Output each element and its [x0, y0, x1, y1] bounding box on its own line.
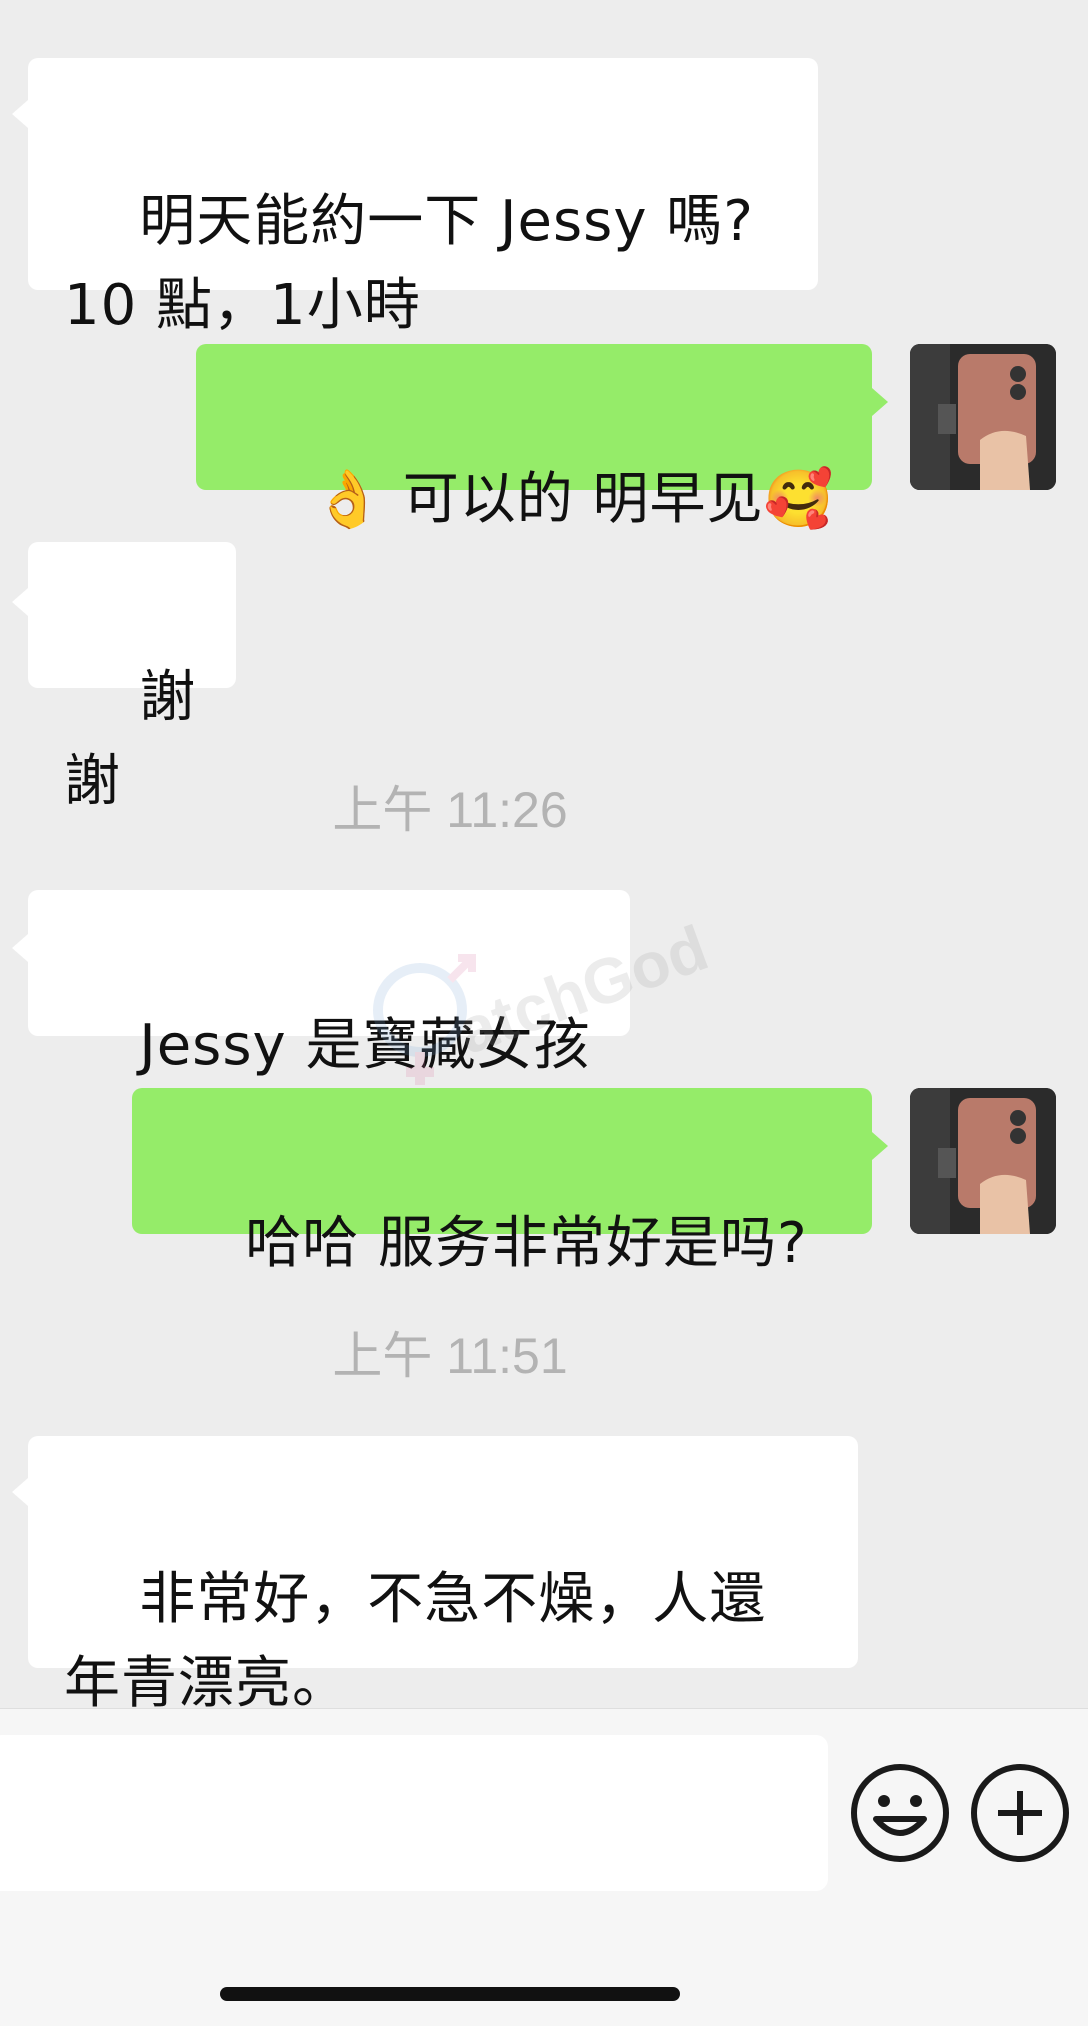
message-text: 👌 可以的 明早见🥰: [313, 467, 835, 532]
message-bubble-outgoing[interactable]: 哈哈 服务非常好是吗?: [132, 1088, 872, 1276]
message-bubble-incoming[interactable]: 非常好，不急不燥，人還 年青漂亮。: [28, 1436, 858, 1716]
message-timestamp: 上午 11:51: [332, 1328, 568, 1384]
home-indicator[interactable]: [220, 1987, 680, 2001]
message-bubble-incoming[interactable]: 明天能約一下 Jessy 嗎? 10 點，1小時: [28, 58, 818, 338]
chat-message-area[interactable]: 明天能約一下 Jessy 嗎? 10 點，1小時 👌 可以的 明早见🥰 謝謝 上…: [0, 0, 1088, 1716]
message-text: 哈哈 服务非常好是吗?: [245, 1211, 808, 1276]
bubble-tail: [12, 1478, 28, 1506]
message-bubble-incoming[interactable]: Jessy 是寶藏女孩: [28, 890, 630, 1078]
message-bubble-outgoing[interactable]: 👌 可以的 明早见🥰: [196, 344, 872, 532]
avatar-photo-icon: [910, 1088, 1056, 1234]
message-text: Jessy 是寶藏女孩: [139, 1013, 591, 1078]
message-text: 明天能約一下 Jessy 嗎? 10 點，1小時: [64, 189, 754, 338]
plus-circle-icon: [971, 1764, 1069, 1862]
avatar[interactable]: [910, 1088, 1056, 1234]
avatar-photo-icon: [910, 344, 1056, 490]
smiley-face-icon: [851, 1764, 949, 1862]
avatar[interactable]: [910, 344, 1056, 490]
bubble-tail: [12, 934, 28, 962]
bubble-tail: [12, 588, 28, 616]
message-text: 非常好，不急不燥，人還 年青漂亮。: [64, 1567, 767, 1716]
message-bubble-incoming[interactable]: 謝謝: [28, 542, 236, 814]
bubble-tail: [872, 1132, 888, 1160]
emoji-button[interactable]: [846, 1759, 954, 1867]
bubble-tail: [872, 388, 888, 416]
message-input[interactable]: [0, 1735, 828, 1891]
more-options-button[interactable]: [966, 1759, 1074, 1867]
bubble-tail: [12, 100, 28, 128]
message-timestamp: 上午 11:26: [332, 782, 568, 838]
input-bar: [0, 1708, 1088, 2026]
